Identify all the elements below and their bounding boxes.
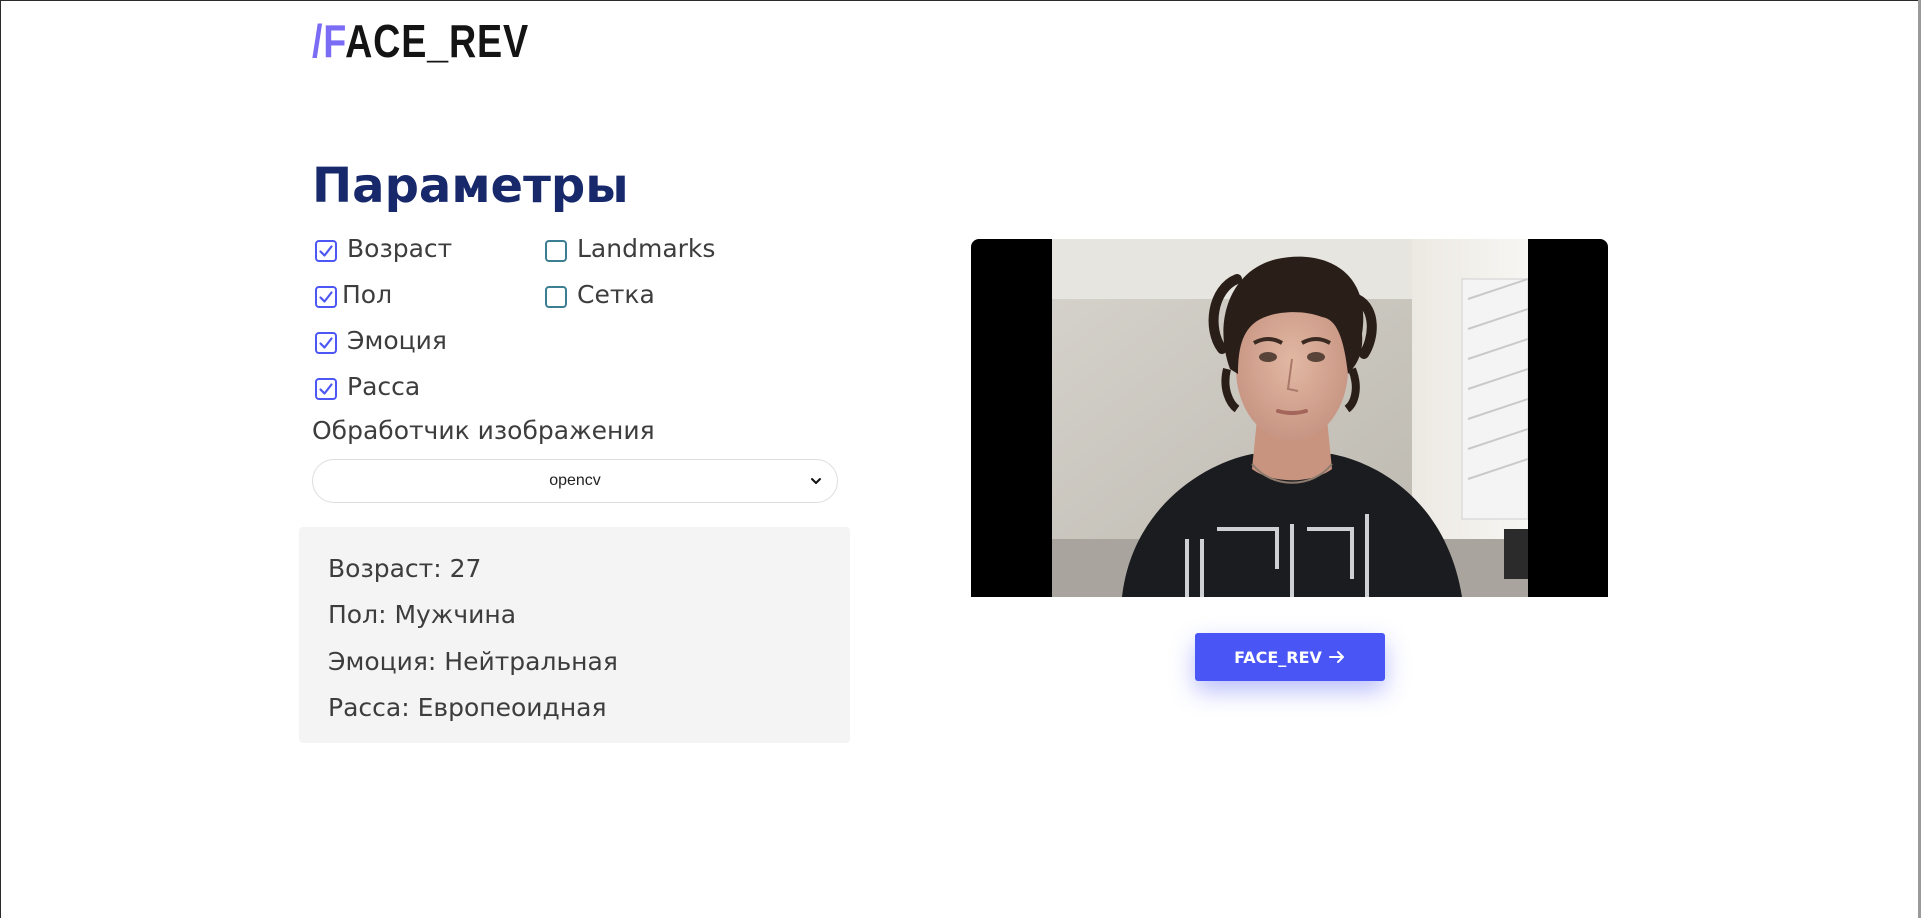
logo[interactable]: /FACE_REV (312, 18, 529, 64)
app-frame (0, 0, 1921, 918)
results-panel: Возраст: 27 Пол: Мужчина Эмоция: Нейтрал… (299, 527, 850, 743)
option-label-age: Возраст (347, 233, 453, 263)
face-rev-button[interactable]: FACE_REV (1195, 633, 1385, 681)
checkmark-icon (319, 291, 333, 303)
option-label-emotion: Эмоция (347, 325, 447, 355)
option-age[interactable]: Возраст (315, 230, 452, 266)
option-mesh[interactable]: Сетка (545, 276, 655, 312)
page-title: Параметры (312, 158, 629, 214)
result-emotion: Эмоция: Нейтральная (328, 647, 618, 676)
option-label-landmarks: Landmarks (577, 233, 716, 263)
checkbox-age[interactable] (315, 240, 337, 262)
option-emotion[interactable]: Эмоция (315, 322, 447, 358)
arrow-right-icon (1328, 651, 1344, 663)
logo-text: ACE_REV (345, 15, 530, 67)
checkbox-mesh[interactable] (545, 286, 567, 308)
option-landmarks[interactable]: Landmarks (545, 230, 715, 266)
option-label-gender: Пол (342, 279, 393, 309)
option-race[interactable]: Расса (315, 368, 420, 404)
parameter-options: Возраст Landmarks Пол Сетка Эмоция Расса (312, 230, 872, 420)
result-race: Расса: Европеоидная (328, 693, 607, 722)
result-age: Возраст: 27 (328, 554, 482, 583)
processor-select[interactable]: opencv (312, 459, 838, 503)
chevron-down-icon (811, 478, 821, 484)
checkbox-race[interactable] (315, 378, 337, 400)
checkmark-icon (319, 337, 333, 349)
processor-label: Обработчик изображения (312, 416, 655, 445)
checkmark-icon (319, 245, 333, 257)
result-gender: Пол: Мужчина (328, 600, 517, 629)
option-label-race: Расса (347, 371, 421, 401)
logo-accent: /F (312, 15, 346, 67)
checkbox-gender[interactable] (315, 286, 337, 308)
camera-view (971, 239, 1608, 597)
processor-select-value: opencv (549, 472, 601, 489)
option-label-mesh: Сетка (577, 279, 655, 309)
checkmark-icon (319, 383, 333, 395)
option-gender[interactable]: Пол (315, 276, 392, 312)
camera-photo (1052, 239, 1528, 597)
face-rev-button-label: FACE_REV (1234, 647, 1322, 667)
checkbox-emotion[interactable] (315, 332, 337, 354)
checkbox-landmarks[interactable] (545, 240, 567, 262)
